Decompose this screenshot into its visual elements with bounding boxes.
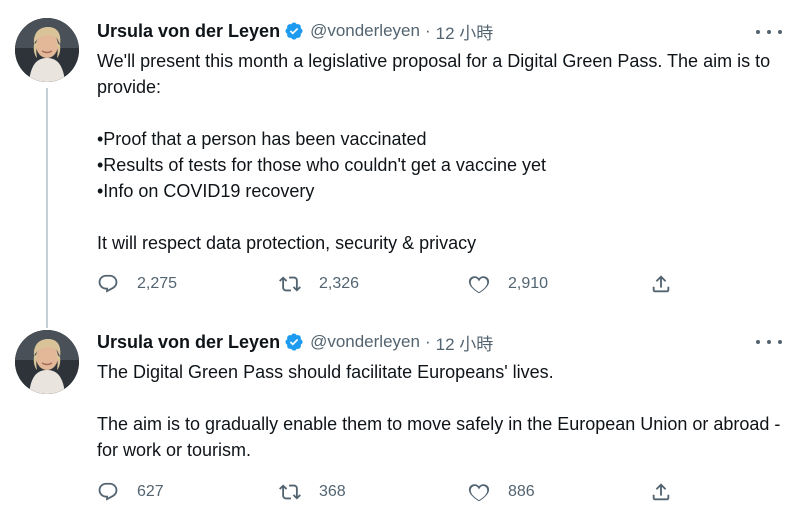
author-display-name[interactable]: Ursula von der Leyen [97, 332, 280, 353]
verified-badge-icon [284, 21, 304, 41]
tweet-header: Ursula von der Leyen @vonderleyen · 12 小… [97, 330, 494, 355]
retweet-icon [279, 484, 301, 500]
heart-icon [468, 276, 490, 294]
tweet-paragraph: •Proof that a person has been vaccinated… [97, 129, 546, 201]
thread-connector-line [46, 88, 48, 328]
reply-count: 627 [137, 483, 164, 500]
like-button[interactable]: 2,910 [468, 272, 548, 296]
tweet-thread: Ursula von der Leyen @vonderleyen · 12 小… [0, 0, 800, 515]
reply-count: 2,275 [137, 275, 178, 292]
share-icon [652, 275, 670, 293]
retweet-button[interactable]: 368 [279, 480, 346, 504]
tweet-actions: 2,275 2,326 2,910 [97, 272, 697, 296]
reply-icon [98, 274, 118, 293]
avatar[interactable] [15, 330, 79, 394]
retweet-button[interactable]: 2,326 [279, 272, 359, 296]
more-horizontal-icon[interactable] [756, 332, 782, 352]
author-display-name[interactable]: Ursula von der Leyen [97, 21, 280, 42]
tweet-timestamp[interactable]: 12 小時 [436, 330, 494, 355]
like-count: 2,910 [508, 275, 549, 292]
tweet-header: Ursula von der Leyen @vonderleyen · 12 小… [97, 19, 494, 44]
tweet-actions: 627 368 886 [97, 480, 697, 504]
avatar[interactable] [15, 18, 79, 82]
tweet-paragraph: It will respect data protection, securit… [97, 233, 477, 253]
share-button[interactable] [650, 272, 690, 296]
tweet-text: The Digital Green Pass should facilitate… [97, 359, 787, 463]
tweet[interactable]: Ursula von der Leyen @vonderleyen · 12 小… [0, 0, 800, 328]
reply-button[interactable]: 2,275 [97, 272, 177, 296]
tweet-paragraph: We'll present this month a legislative p… [97, 51, 776, 97]
author-handle[interactable]: @vonderleyen [310, 21, 420, 41]
reply-icon [98, 482, 118, 501]
separator-dot: · [424, 21, 431, 40]
reply-button[interactable]: 627 [97, 480, 164, 504]
share-button[interactable] [650, 480, 690, 504]
like-button[interactable]: 886 [468, 480, 535, 504]
separator-dot: · [424, 332, 431, 351]
tweet-paragraph: The Digital Green Pass should facilitate… [97, 362, 554, 382]
retweet-icon [279, 276, 301, 292]
avatar-photo [15, 330, 79, 394]
heart-icon [468, 484, 490, 502]
more-horizontal-icon[interactable] [756, 22, 782, 42]
author-handle[interactable]: @vonderleyen [310, 332, 420, 352]
share-icon [652, 483, 670, 501]
tweet-paragraph: The aim is to gradually enable them to m… [97, 414, 786, 460]
retweet-count: 2,326 [319, 275, 360, 292]
like-count: 886 [508, 483, 535, 500]
avatar-photo [15, 18, 79, 82]
tweet[interactable]: Ursula von der Leyen @vonderleyen · 12 小… [0, 318, 800, 515]
tweet-timestamp[interactable]: 12 小時 [436, 19, 494, 44]
tweet-text: We'll present this month a legislative p… [97, 48, 787, 256]
retweet-count: 368 [319, 483, 346, 500]
verified-badge-icon [284, 332, 304, 352]
